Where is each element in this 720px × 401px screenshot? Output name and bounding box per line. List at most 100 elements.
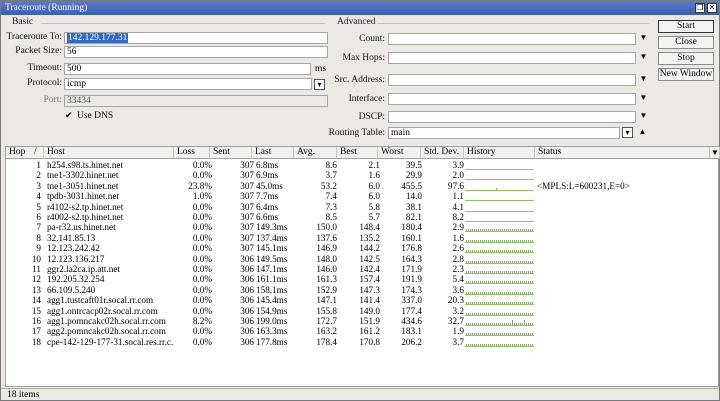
table-row[interactable]: 11 ggr2.la2ca.ip.att.net 0.0% 306 147.1ms 146… <box>6 264 720 274</box>
stop-button[interactable]: Stop <box>658 52 714 65</box>
table-row[interactable]: 4 tpdb-3031.hinet.net 1.0% 307 7.7ms 7.4 6.0 14… <box>6 191 720 202</box>
columns-menu-icon[interactable]: ▼ <box>710 147 720 159</box>
cell-loss: 1.0% <box>192 191 212 202</box>
history-bar <box>474 323 475 325</box>
cell-host: 12.123.242.42 <box>47 243 100 254</box>
new-window-button[interactable]: New Window <box>658 68 714 81</box>
cell-best: 157.4 <box>359 274 380 285</box>
col-avg[interactable]: Avg. <box>294 147 337 159</box>
cell-hop: 3 <box>36 180 41 191</box>
history-sparkline <box>465 161 534 170</box>
col-worst[interactable]: Worst <box>378 147 421 159</box>
src-address-input[interactable] <box>388 74 636 86</box>
dscp-input[interactable] <box>388 111 636 123</box>
packet-size-input[interactable]: 56 <box>64 46 328 58</box>
table-row[interactable]: 3 tne1-3051.hinet.net 23.8% 307 45.0ms 53.2 6.… <box>6 181 720 191</box>
col-host[interactable]: Host <box>44 147 174 159</box>
advanced-separator <box>377 23 649 24</box>
close-button[interactable]: Close <box>658 36 714 49</box>
cell-last: 145.1ms <box>256 243 288 254</box>
history-bar <box>472 343 473 346</box>
table-row[interactable]: 17 agg2.pomncakc02h.socal.rr.com 0.0% 306 16… <box>6 326 720 337</box>
max-hops-dropdown-icon[interactable]: ▼ <box>638 52 649 63</box>
start-button[interactable]: Start <box>658 20 714 33</box>
traceroute-to-input[interactable]: 142.129.177.31 <box>64 32 328 44</box>
history-bar <box>508 333 509 336</box>
cell-hop: 2 <box>36 170 41 181</box>
table-row[interactable]: 16 agg1.pomncakc02h.socal.rr.com 8.2% 306 19… <box>6 316 720 326</box>
col-sent[interactable]: Sent <box>210 147 252 159</box>
table-row[interactable]: 1 h254.s98.ts.hinet.net 0.0% 307 6.8ms 8.6 2.1… <box>6 160 720 170</box>
protocol-select[interactable]: icmp <box>64 78 312 90</box>
history-bar <box>528 323 529 325</box>
history-sparkline <box>465 223 534 233</box>
history-bar <box>522 323 523 325</box>
col-hop[interactable]: Hop / <box>6 147 44 159</box>
table-row[interactable]: 7 pa-r32.us.hinet.net 0.0% 307 149.3ms 150.0 1… <box>6 222 720 233</box>
use-dns-checkbox[interactable]: ✔ <box>65 111 74 120</box>
col-last[interactable]: Last <box>252 147 294 159</box>
interface-input[interactable] <box>388 93 636 105</box>
status-bar: 18 items <box>1 388 719 400</box>
dscp-dropdown-icon[interactable]: ▼ <box>638 111 649 122</box>
history-bar <box>530 323 531 325</box>
table-row[interactable]: 14 agg1.tustcaft01r.socal.rr.com 0.0% 306 14… <box>6 295 720 306</box>
history-bar <box>506 343 507 346</box>
table-row[interactable]: 6 r4002-s2.tp.hinet.net 0.0% 307 6.6ms 8.5 5.7… <box>6 212 720 222</box>
cell-last: 147.1ms <box>256 264 288 274</box>
col-history[interactable]: History <box>464 147 535 159</box>
cell-sent: 306 <box>240 284 254 295</box>
table-row[interactable]: 12 192.205.32.254 0.0% 306 161.1ms 161.3 157.4… <box>6 274 720 285</box>
history-bar <box>522 312 523 315</box>
interface-dropdown-icon[interactable]: ▼ <box>638 93 649 104</box>
history-bar <box>506 312 507 315</box>
table-row[interactable]: 8 32.141.85.13 0.0% 307 137.4ms 137.6 135.2 160… <box>6 233 720 243</box>
history-bar <box>480 343 481 346</box>
routing-table-dropdown-icon[interactable]: ▾ <box>622 127 633 138</box>
history-bar <box>502 281 503 284</box>
history-bar <box>520 333 521 336</box>
cell-last: 149.3ms <box>256 222 288 233</box>
cell-avg: 163.2 <box>316 326 337 337</box>
routing-table-collapse-icon[interactable]: ▲ <box>637 127 648 138</box>
table-row[interactable]: 10 12.123.136.217 0.0% 306 149.5ms 148.0 142.5… <box>6 254 720 264</box>
history-bar <box>516 343 517 346</box>
count-input[interactable] <box>388 33 636 45</box>
history-bar <box>480 271 481 273</box>
cell-best: 135.2 <box>359 232 380 243</box>
history-bar <box>492 312 493 315</box>
history-bar <box>466 239 467 242</box>
cell-sent: 306 <box>240 316 254 326</box>
table-row[interactable]: 9 12.123.242.42 0.0% 307 145.1ms 146.9 144.2 17… <box>6 243 720 254</box>
table-row[interactable]: 15 agg1.ontrcacp02r.socal.rr.com 0.0% 306 15… <box>6 306 720 316</box>
history-bar <box>514 239 515 242</box>
history-bar <box>494 250 495 253</box>
sort-indicator-icon: / <box>34 147 37 157</box>
table-row[interactable]: 13 66.109.5.240 0.0% 306 158.1ms 152.9 147.3 17… <box>6 285 720 295</box>
history-bar <box>526 271 527 273</box>
table-row[interactable]: 18 cpe-142-129-177-31.socal.res.rr.c... 0.… <box>6 337 720 347</box>
restore-icon[interactable]: ❐ <box>695 3 705 13</box>
history-sparkline <box>465 213 534 222</box>
cell-avg: 150.0 <box>316 222 337 233</box>
timeout-input[interactable]: 500 <box>64 63 311 75</box>
count-dropdown-icon[interactable]: ▼ <box>638 33 649 44</box>
history-bar <box>510 229 511 232</box>
cell-loss: 0.0% <box>192 160 212 170</box>
col-stddev[interactable]: Std. Dev. <box>421 147 464 159</box>
col-best[interactable]: Best <box>337 147 378 159</box>
col-loss[interactable]: Loss <box>174 147 210 159</box>
table-row[interactable]: 2 tne1-3302.hinet.net 0.0% 307 6.9ms 3.7 1.6 29… <box>6 170 720 181</box>
title-bar[interactable]: Traceroute (Running) ❐ ✕ <box>1 1 719 15</box>
history-bar <box>466 291 467 294</box>
history-bar <box>490 239 491 242</box>
history-bar <box>500 229 501 232</box>
routing-table-select[interactable]: main <box>388 127 620 139</box>
max-hops-input[interactable] <box>388 52 636 64</box>
src-address-dropdown-icon[interactable]: ▼ <box>638 74 649 85</box>
cell-loss: 0.0% <box>192 264 212 274</box>
col-status[interactable]: Status <box>535 147 710 159</box>
close-icon[interactable]: ✕ <box>707 3 717 13</box>
table-row[interactable]: 5 r4102-s2.tp.hinet.net 0.0% 307 6.4ms 7.3 5.8… <box>6 202 720 212</box>
history-bar <box>472 281 473 284</box>
